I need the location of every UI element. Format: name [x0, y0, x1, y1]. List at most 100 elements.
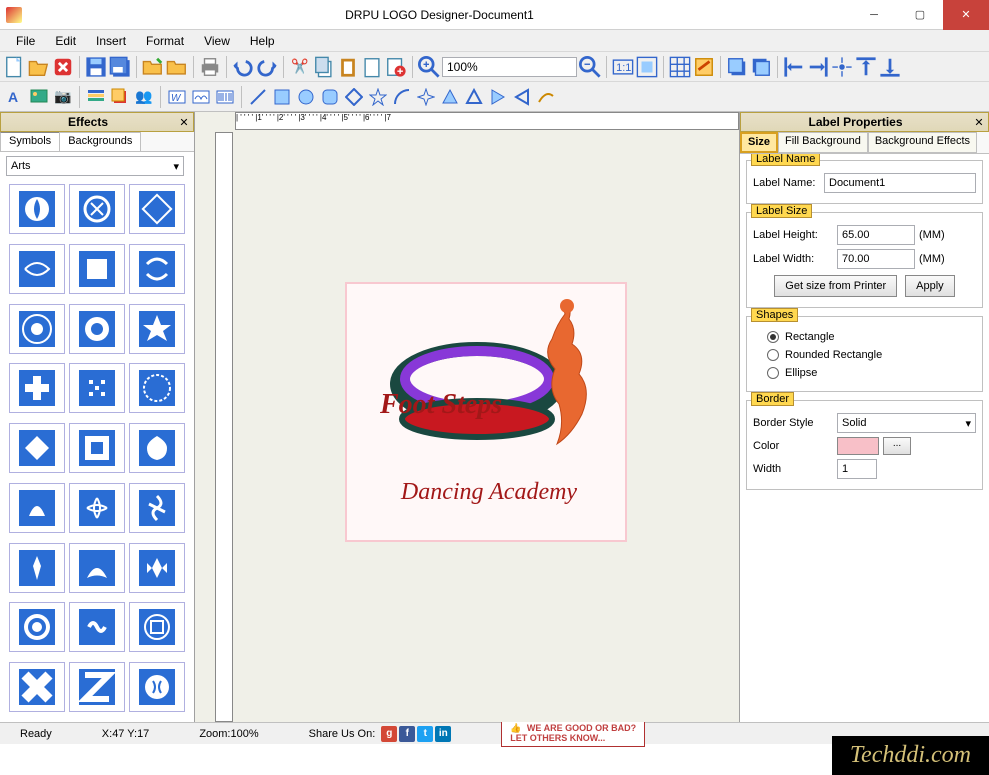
image-tool-icon[interactable]	[28, 86, 50, 108]
symbol-item[interactable]	[9, 423, 65, 473]
zoom-in-icon[interactable]	[418, 56, 440, 78]
share-twitter-icon[interactable]: t	[417, 726, 433, 742]
symbol-item[interactable]	[69, 304, 125, 354]
share-googleplus-icon[interactable]: g	[381, 726, 397, 742]
get-size-from-printer-button[interactable]: Get size from Printer	[774, 275, 897, 297]
folder-open-icon[interactable]	[142, 56, 164, 78]
signature-icon[interactable]	[190, 86, 212, 108]
camera-icon[interactable]: 📷	[52, 86, 74, 108]
symbol-item[interactable]	[69, 184, 125, 234]
grid-icon[interactable]	[669, 56, 691, 78]
symbol-category-dropdown[interactable]: Arts ▾	[6, 156, 184, 176]
library-icon[interactable]	[85, 86, 107, 108]
apply-button[interactable]: Apply	[905, 275, 955, 297]
send-back-icon[interactable]	[750, 56, 772, 78]
symbol-item[interactable]	[9, 363, 65, 413]
symbol-item[interactable]	[129, 543, 185, 593]
symbol-item[interactable]	[9, 483, 65, 533]
diamond-tool-icon[interactable]	[343, 86, 365, 108]
symbol-item[interactable]	[69, 244, 125, 294]
symbol-item[interactable]	[9, 244, 65, 294]
folder-save-icon[interactable]	[166, 56, 188, 78]
line-tool-icon[interactable]	[247, 86, 269, 108]
menu-format[interactable]: Format	[136, 32, 194, 50]
properties-icon[interactable]	[693, 56, 715, 78]
symbol-item[interactable]	[129, 304, 185, 354]
arrow-left-tool-icon[interactable]	[511, 86, 533, 108]
canvas-area[interactable]: | ' ' ' ' |1' ' ' ' |2' ' ' ' |3' ' ' ' …	[195, 112, 739, 722]
fit-page-icon[interactable]	[636, 56, 658, 78]
labelname-input[interactable]	[824, 173, 976, 193]
bring-front-icon[interactable]	[726, 56, 748, 78]
shape-rounded-rectangle-radio[interactable]: Rounded Rectangle	[767, 349, 976, 361]
symbol-item[interactable]	[69, 602, 125, 652]
symbol-item[interactable]	[129, 244, 185, 294]
label-width-input[interactable]	[837, 249, 915, 269]
symbol-item[interactable]	[69, 363, 125, 413]
triangle-tool-icon[interactable]	[439, 86, 461, 108]
tab-backgrounds[interactable]: Backgrounds	[59, 132, 141, 151]
symbol-item[interactable]	[69, 483, 125, 533]
symbol-item[interactable]	[129, 363, 185, 413]
symbol-item[interactable]	[69, 543, 125, 593]
feedback-button[interactable]: 👍 WE ARE GOOD OR BAD?LET OTHERS KNOW...	[501, 721, 645, 747]
align-right-icon[interactable]	[807, 56, 829, 78]
rectangle-tool-icon[interactable]	[271, 86, 293, 108]
label-height-input[interactable]	[837, 225, 915, 245]
align-top-icon[interactable]	[855, 56, 877, 78]
delete-icon[interactable]	[52, 56, 74, 78]
symbol-item[interactable]	[129, 602, 185, 652]
border-color-picker-button[interactable]: ...	[883, 437, 911, 455]
undo-icon[interactable]	[232, 56, 254, 78]
border-style-dropdown[interactable]: Solid▾	[837, 413, 976, 433]
tab-background-effects[interactable]: Background Effects	[868, 132, 977, 153]
tab-fill-background[interactable]: Fill Background	[778, 132, 868, 153]
symbol-item[interactable]	[69, 423, 125, 473]
menu-help[interactable]: Help	[240, 32, 285, 50]
new-icon[interactable]	[4, 56, 26, 78]
border-width-input[interactable]	[837, 459, 877, 479]
symbol-item[interactable]	[9, 662, 65, 712]
wordart-icon[interactable]: W	[166, 86, 188, 108]
menu-file[interactable]: File	[6, 32, 45, 50]
maximize-button[interactable]: ▢	[897, 0, 943, 30]
properties-panel-close-icon[interactable]: ✕	[970, 116, 988, 129]
arc-tool-icon[interactable]	[391, 86, 413, 108]
minimize-button[interactable]: ─	[851, 0, 897, 30]
open-icon[interactable]	[28, 56, 50, 78]
tab-size[interactable]: Size	[740, 132, 778, 153]
symbol-item[interactable]	[129, 184, 185, 234]
logo-text-line2[interactable]: Dancing Academy	[359, 479, 619, 506]
clear-icon[interactable]	[385, 56, 407, 78]
symbol-item[interactable]	[9, 184, 65, 234]
text-tool-icon[interactable]: A	[4, 86, 26, 108]
share-facebook-icon[interactable]: f	[399, 726, 415, 742]
paste-special-icon[interactable]	[361, 56, 383, 78]
copy-icon[interactable]	[313, 56, 335, 78]
shape-rectangle-radio[interactable]: Rectangle	[767, 331, 976, 343]
pentagon-tool-icon[interactable]	[463, 86, 485, 108]
zoom-out-icon[interactable]	[579, 56, 601, 78]
design-canvas[interactable]: Foot Steps Dancing Academy	[345, 282, 627, 542]
symbol-item[interactable]	[129, 662, 185, 712]
border-color-swatch[interactable]	[837, 437, 879, 455]
zoom-input[interactable]	[442, 57, 577, 77]
close-button[interactable]: ✕	[943, 0, 989, 30]
menu-edit[interactable]: Edit	[45, 32, 86, 50]
save-icon[interactable]	[85, 56, 107, 78]
play-tool-icon[interactable]	[487, 86, 509, 108]
symbol-item[interactable]	[9, 602, 65, 652]
redo-icon[interactable]	[256, 56, 278, 78]
clipart-icon[interactable]	[109, 86, 131, 108]
align-center-icon[interactable]	[831, 56, 853, 78]
curve-tool-icon[interactable]	[535, 86, 557, 108]
actual-size-icon[interactable]: 1:1	[612, 56, 634, 78]
symbol-item[interactable]	[9, 543, 65, 593]
saveall-icon[interactable]	[109, 56, 131, 78]
tab-symbols[interactable]: Symbols	[0, 132, 60, 151]
align-left-icon[interactable]	[783, 56, 805, 78]
star4-tool-icon[interactable]	[415, 86, 437, 108]
star-tool-icon[interactable]	[367, 86, 389, 108]
symbol-item[interactable]	[129, 423, 185, 473]
cut-icon[interactable]: ✂️	[289, 56, 311, 78]
